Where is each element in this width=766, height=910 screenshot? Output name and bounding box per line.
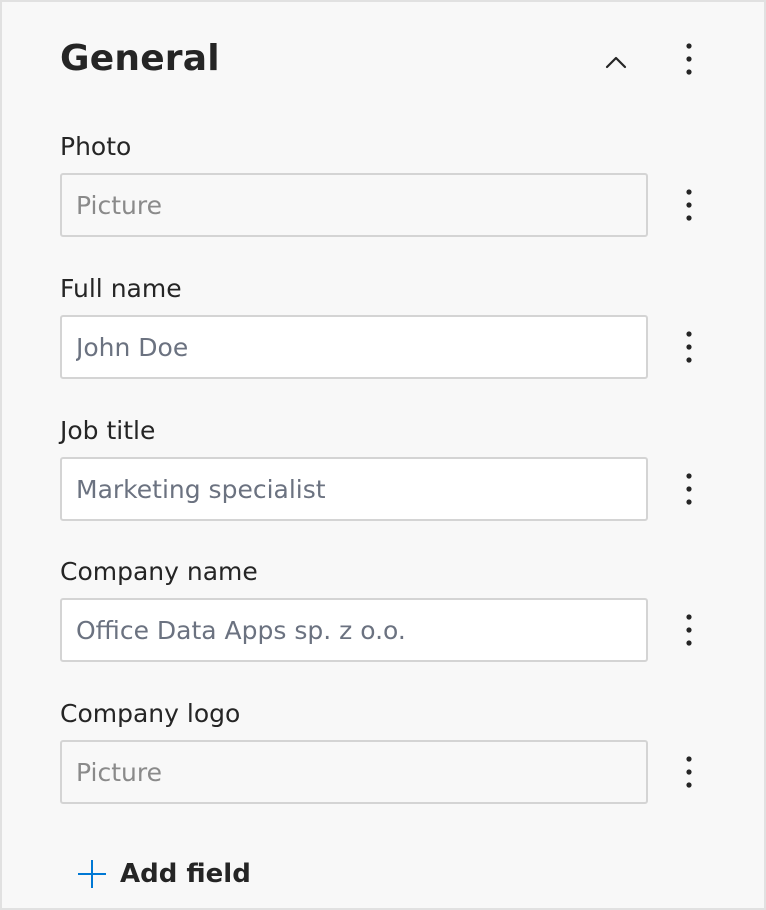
company-logo-field-more-button[interactable] xyxy=(674,752,704,792)
job-title-field-more-button[interactable] xyxy=(674,469,704,509)
more-vertical-icon xyxy=(686,756,692,788)
more-vertical-icon xyxy=(686,189,692,221)
add-field-button[interactable]: Add field xyxy=(76,852,251,896)
company-logo-field[interactable] xyxy=(60,740,648,804)
more-vertical-icon xyxy=(686,43,692,75)
more-vertical-icon xyxy=(686,614,692,646)
section-more-button[interactable] xyxy=(674,39,704,79)
full-name-field-more-button[interactable] xyxy=(674,327,704,367)
full-name-label: Full name xyxy=(60,274,182,303)
full-name-field[interactable] xyxy=(60,315,648,379)
company-name-field[interactable] xyxy=(60,598,648,662)
job-title-field[interactable] xyxy=(60,457,648,521)
chevron-up-icon xyxy=(605,56,627,69)
general-section-panel: General Photo Full name Job title xyxy=(0,0,766,910)
photo-label: Photo xyxy=(60,132,132,161)
company-name-field-more-button[interactable] xyxy=(674,610,704,650)
more-vertical-icon xyxy=(686,473,692,505)
job-title-label: Job title xyxy=(60,416,156,445)
plus-icon xyxy=(78,860,106,888)
add-field-label: Add field xyxy=(120,859,251,889)
photo-field-more-button[interactable] xyxy=(674,185,704,225)
section-title: General xyxy=(60,38,220,79)
collapse-section-button[interactable] xyxy=(596,42,636,82)
company-name-label: Company name xyxy=(60,557,258,586)
photo-field[interactable] xyxy=(60,173,648,237)
more-vertical-icon xyxy=(686,331,692,363)
company-logo-label: Company logo xyxy=(60,699,241,728)
